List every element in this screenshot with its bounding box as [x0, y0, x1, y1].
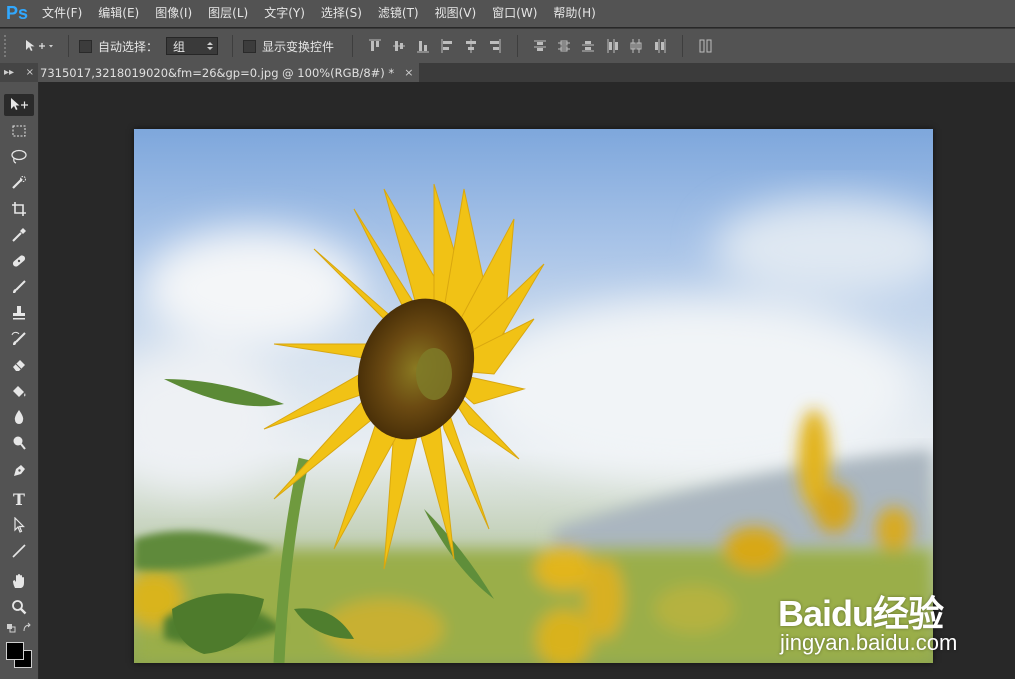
paint-bucket-icon: [13, 386, 26, 397]
menu-filter[interactable]: 滤镜(T): [370, 0, 427, 27]
stamp-icon: [13, 306, 25, 320]
lasso-icon: [11, 149, 27, 164]
eraser-tool[interactable]: [4, 354, 34, 376]
move-tool-icon: [11, 98, 28, 110]
align-horizontal-centers-icon[interactable]: [465, 39, 477, 53]
auto-select-mode-select[interactable]: 组: [166, 37, 219, 55]
hand-icon: [13, 574, 24, 588]
show-transform-label: 显示变换控件: [262, 39, 335, 54]
separator: [682, 35, 684, 57]
tool-preset-picker[interactable]: [24, 39, 58, 53]
brush-tool[interactable]: [4, 276, 34, 298]
eraser-icon: [13, 360, 25, 371]
quick-selection-tool[interactable]: [4, 172, 34, 194]
options-bar-grip[interactable]: [4, 35, 12, 57]
eyedropper-tool[interactable]: [4, 224, 34, 246]
separator: [68, 35, 69, 57]
distribute-bottom-edges-icon[interactable]: [582, 39, 595, 53]
align-top-edges-icon[interactable]: [369, 39, 382, 53]
menu-image[interactable]: 图像(I): [147, 0, 200, 27]
close-panel-icon[interactable]: ×: [26, 67, 34, 78]
separator: [232, 35, 234, 57]
quick-selection-icon: [12, 176, 26, 189]
menu-bar: Ps 文件(F) 编辑(E) 图像(I) 图层(L) 文字(Y) 选择(S) 滤…: [0, 0, 1015, 27]
distribute-right-edges-icon[interactable]: [654, 39, 666, 53]
align-right-edges-icon[interactable]: [489, 39, 501, 53]
menu-layer[interactable]: 图层(L): [200, 0, 256, 27]
type-tool[interactable]: T: [4, 488, 34, 510]
path-selection-tool[interactable]: [4, 514, 34, 536]
move-tool[interactable]: [4, 94, 34, 116]
separator: [517, 35, 519, 57]
eyedropper-icon: [12, 228, 26, 242]
menu-view[interactable]: 视图(V): [427, 0, 485, 27]
paint-bucket-tool[interactable]: [4, 380, 34, 402]
hand-tool[interactable]: [4, 570, 34, 592]
expand-panel-icon[interactable]: ▸▸: [4, 67, 14, 78]
align-buttons: [363, 39, 507, 53]
select-arrows-icon: [207, 42, 214, 50]
auto-select-checkbox[interactable]: [79, 39, 92, 53]
clone-stamp-tool[interactable]: [4, 302, 34, 324]
lasso-tool[interactable]: [4, 146, 34, 168]
color-controls: [4, 622, 34, 636]
spot-healing-brush-tool[interactable]: [4, 250, 34, 272]
canvas-image[interactable]: [134, 129, 933, 663]
zoom-icon: [12, 600, 27, 615]
move-tool-preset-icon: [26, 40, 53, 51]
pen-tool[interactable]: [4, 460, 34, 482]
distribute-left-edges-icon[interactable]: [606, 39, 619, 53]
tools-panel: T: [0, 82, 39, 679]
dodge-icon: [13, 436, 26, 450]
rectangular-marquee-tool[interactable]: [4, 120, 34, 142]
baidu-watermark-url: jingyan.baidu.com: [780, 630, 958, 655]
distribute-vertical-centers-icon[interactable]: [558, 39, 571, 53]
toolbar-panel-header: ▸▸ ×: [0, 63, 38, 82]
crop-icon: [12, 202, 26, 216]
close-document-icon[interactable]: ×: [404, 66, 413, 79]
auto-select-mode-value: 组: [173, 39, 186, 54]
pen-icon: [14, 465, 25, 476]
menu-file[interactable]: 文件(F): [34, 0, 90, 27]
menu-select[interactable]: 选择(S): [313, 0, 370, 27]
align-vertical-centers-icon[interactable]: [393, 39, 406, 53]
bandage-icon: [12, 255, 26, 267]
separator: [352, 35, 354, 57]
document-tab[interactable]: 7315017,3218019020&fm=26&gp=0.jpg @ 100%…: [38, 63, 420, 82]
line-tool[interactable]: [4, 540, 34, 562]
dodge-tool[interactable]: [4, 432, 34, 454]
brush-icon: [13, 280, 26, 293]
show-transform-checkbox[interactable]: [243, 39, 257, 53]
default-colors-icon[interactable]: [4, 622, 34, 634]
blur-drop-icon: [14, 410, 24, 424]
app-logo[interactable]: Ps: [0, 0, 34, 27]
distribute-buttons: [528, 39, 672, 53]
crop-tool[interactable]: [4, 198, 34, 220]
history-brush-tool[interactable]: [4, 328, 34, 350]
auto-select-label: 自动选择：: [98, 39, 159, 54]
distribute-top-edges-icon[interactable]: [534, 39, 547, 53]
menu-edit[interactable]: 编辑(E): [90, 0, 147, 27]
history-brush-icon: [11, 331, 26, 345]
align-left-edges-icon[interactable]: [441, 39, 453, 53]
options-bar: 自动选择： 组 显示变换控件: [0, 28, 1015, 64]
marquee-icon: [12, 125, 26, 137]
distribute-horizontal-centers-icon[interactable]: [630, 39, 642, 53]
align-bottom-edges-icon[interactable]: [417, 39, 430, 53]
menu-help[interactable]: 帮助(H): [545, 0, 603, 27]
document-tab-title: 7315017,3218019020&fm=26&gp=0.jpg @ 100%…: [40, 65, 395, 80]
menu-type[interactable]: 文字(Y): [256, 0, 313, 27]
type-tool-icon: T: [13, 489, 25, 509]
line-icon: [12, 544, 26, 558]
foreground-color-swatch[interactable]: [6, 642, 24, 660]
menu-window[interactable]: 窗口(W): [484, 0, 545, 27]
path-selection-icon: [14, 517, 25, 533]
zoom-tool[interactable]: [4, 596, 34, 618]
auto-align-layers-icon[interactable]: [699, 39, 713, 53]
blur-tool[interactable]: [4, 406, 34, 428]
sunflower-photo: [134, 183, 933, 663]
